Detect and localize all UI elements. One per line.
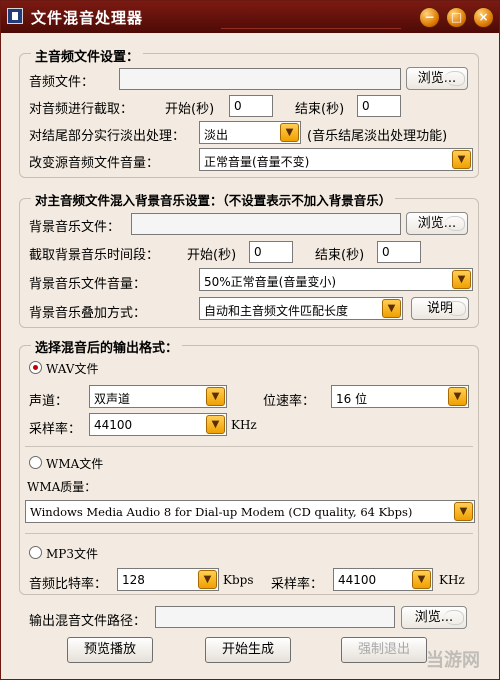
main-audio-group-title: 主音频文件设置：	[31, 46, 144, 65]
swirl-ornament-icon	[445, 216, 465, 231]
explain-button[interactable]: 说明	[411, 297, 469, 320]
close-button[interactable]: ×	[473, 7, 494, 28]
start-generate-button[interactable]: 开始生成	[205, 637, 291, 663]
audio-file-input[interactable]	[119, 68, 401, 90]
mp3-bitrate-value: 128	[122, 573, 145, 587]
maximize-button[interactable]: □	[446, 7, 467, 28]
bg-start-input[interactable]: 0	[249, 241, 293, 263]
watermark-text: 当游网	[426, 650, 480, 671]
chevron-down-icon: ▼	[382, 299, 401, 318]
swirl-ornament-icon	[446, 301, 466, 316]
wma-quality-value: Windows Media Audio 8 for Dial-up Modem …	[30, 505, 413, 519]
mp3-bitrate-label: 音频比特率：	[29, 577, 108, 592]
wav-radio[interactable]	[29, 361, 42, 374]
wma-radio[interactable]	[29, 456, 42, 469]
mp3-samplerate-label: 采样率：	[271, 577, 324, 592]
fade-select-value: 淡出	[204, 128, 229, 142]
wav-label: WAV文件	[46, 362, 99, 376]
app-window: 文件混音处理器 − □ × 主音频文件设置： 音频文件： 浏览... 对音频进行…	[0, 0, 500, 680]
chevron-down-icon: ▼	[452, 150, 471, 169]
mp3-samplerate-select[interactable]: 44100 ▼	[333, 568, 433, 591]
bitrate-label: 位速率：	[263, 394, 316, 409]
bg-file-browse-button[interactable]: 浏览...	[406, 212, 468, 235]
wav-samplerate-unit: KHz	[231, 418, 257, 432]
bg-file-label: 背景音乐文件：	[29, 220, 121, 235]
bg-file-input[interactable]	[131, 213, 401, 235]
channel-select[interactable]: 双声道 ▼	[89, 385, 227, 408]
fade-select[interactable]: 淡出 ▼	[199, 121, 301, 144]
swirl-ornament-icon	[444, 610, 464, 625]
mp3-bitrate-select[interactable]: 128 ▼	[117, 568, 219, 591]
crop-start-input[interactable]: 0	[229, 95, 273, 117]
bg-start-label: 开始(秒)	[187, 248, 237, 263]
bg-mode-label: 背景音乐叠加方式：	[29, 306, 147, 321]
mp3-samplerate-unit: KHz	[439, 573, 465, 587]
wav-samplerate-label: 采样率：	[29, 422, 82, 437]
bg-volume-label: 背景音乐文件音量：	[29, 277, 147, 292]
output-path-browse-button[interactable]: 浏览...	[401, 606, 467, 629]
output-path-input[interactable]	[155, 606, 395, 628]
fade-note: (音乐结尾淡出处理功能)	[307, 129, 448, 144]
divider	[25, 533, 473, 534]
bg-volume-select[interactable]: 50%正常音量(音量变小) ▼	[199, 268, 473, 291]
bg-end-input[interactable]: 0	[377, 241, 421, 263]
app-icon	[7, 8, 23, 24]
crop-start-label: 开始(秒)	[165, 102, 215, 117]
volume-select[interactable]: 正常音量(音量不变) ▼	[199, 148, 473, 171]
force-exit-button[interactable]: 强制退出	[341, 637, 427, 663]
mp3-samplerate-value: 44100	[338, 573, 377, 587]
chevron-down-icon: ▼	[206, 387, 225, 406]
output-format-group-title: 选择混音后的输出格式：	[31, 337, 183, 356]
title-ornament	[221, 5, 401, 29]
chevron-down-icon: ▼	[452, 270, 471, 289]
bg-mode-select-value: 自动和主音频文件匹配长度	[204, 304, 349, 318]
chevron-down-icon: ▼	[198, 570, 217, 589]
wav-samplerate-select[interactable]: 44100 ▼	[89, 413, 227, 436]
bg-end-label: 结束(秒)	[315, 248, 365, 263]
mp3-radio[interactable]	[29, 546, 42, 559]
bitrate-select-value: 16 位	[336, 392, 368, 406]
background-music-group-title: 对主音频文件混入背景音乐设置：（不设置表示不加入背景音乐）	[31, 190, 396, 209]
mp3-label: MP3文件	[46, 547, 98, 561]
chevron-down-icon: ▼	[206, 415, 225, 434]
preview-button[interactable]: 预览播放	[67, 637, 153, 663]
chevron-down-icon: ▼	[412, 570, 431, 589]
bg-volume-select-value: 50%正常音量(音量变小)	[204, 275, 337, 289]
divider	[25, 446, 473, 447]
crop-label: 对音频进行截取：	[29, 102, 134, 117]
title-bar[interactable]: 文件混音处理器 − □ ×	[1, 1, 499, 33]
bg-time-label: 截取背景音乐时间段：	[29, 248, 160, 263]
audio-file-label: 音频文件：	[29, 75, 95, 90]
minimize-button[interactable]: −	[419, 7, 440, 28]
volume-select-value: 正常音量(音量不变)	[204, 155, 310, 169]
crop-end-input[interactable]: 0	[357, 95, 401, 117]
window-title: 文件混音处理器	[31, 9, 144, 27]
chevron-down-icon: ▼	[448, 387, 467, 406]
fade-label: 对结尾部分实行淡出处理：	[29, 129, 186, 144]
swirl-ornament-icon	[445, 71, 465, 86]
wma-quality-select[interactable]: Windows Media Audio 8 for Dial-up Modem …	[25, 500, 475, 523]
volume-label: 改变源音频文件音量：	[29, 156, 160, 171]
channel-select-value: 双声道	[94, 392, 131, 406]
channel-label: 声道：	[29, 394, 69, 409]
wav-samplerate-value: 44100	[94, 418, 133, 432]
crop-end-label: 结束(秒)	[295, 102, 345, 117]
wma-quality-label: WMA质量：	[27, 480, 97, 494]
mp3-bitrate-unit: Kbps	[223, 573, 254, 587]
output-path-label: 输出混音文件路径：	[29, 614, 147, 629]
wma-label: WMA文件	[46, 457, 104, 471]
audio-file-browse-button[interactable]: 浏览...	[406, 67, 468, 90]
bg-mode-select[interactable]: 自动和主音频文件匹配长度 ▼	[199, 297, 403, 320]
chevron-down-icon: ▼	[280, 123, 299, 142]
chevron-down-icon: ▼	[454, 502, 473, 521]
bitrate-select[interactable]: 16 位 ▼	[331, 385, 469, 408]
